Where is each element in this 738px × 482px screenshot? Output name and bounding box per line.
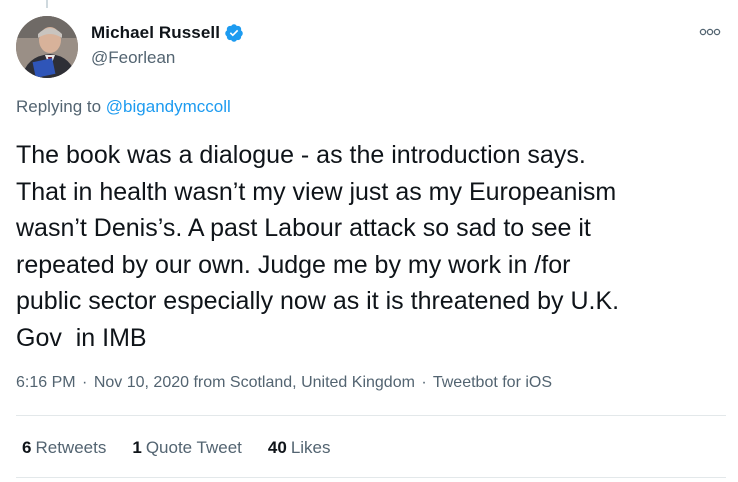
retweets-count: 6 [22, 438, 32, 457]
tweet-time[interactable]: 6:16 PM [16, 374, 76, 391]
author-display-name[interactable]: Michael Russell [91, 23, 220, 43]
tweet-text: The book was a dialogue - as the introdu… [16, 141, 620, 352]
divider [16, 477, 726, 478]
quote-tweets-stat[interactable]: 1 Quote Tweet [132, 438, 242, 458]
retweets-stat[interactable]: 6 Retweets [22, 438, 106, 458]
quote-tweets-label: Quote Tweet [145, 438, 242, 457]
meta-separator: · [421, 374, 427, 391]
tweet-source[interactable]: Tweetbot for iOS [433, 374, 552, 391]
likes-count: 40 [267, 438, 287, 457]
divider [16, 415, 726, 416]
profile-photo-icon [16, 16, 78, 78]
replying-to: Replying to @bigandymccoll [16, 97, 231, 117]
replying-to-prefix: Replying to [16, 97, 102, 116]
meta-separator: · [82, 374, 88, 391]
verified-badge-icon [224, 23, 244, 43]
tweet-date[interactable]: Nov 10, 2020 [94, 374, 189, 391]
likes-stat[interactable]: 40 Likes [268, 438, 331, 458]
tweet-stats: 6 Retweets 1 Quote Tweet 40 Likes [22, 438, 357, 458]
retweets-label: Retweets [35, 438, 107, 457]
quote-tweets-count: 1 [132, 438, 142, 457]
avatar[interactable] [16, 16, 78, 78]
more-options-icon[interactable] [696, 22, 724, 42]
replying-to-handle-link[interactable]: @bigandymccoll [106, 97, 231, 116]
tweet-header: Michael Russell @Feorlean [16, 16, 726, 78]
likes-label: Likes [290, 438, 331, 457]
author-handle[interactable]: @Feorlean [91, 48, 244, 68]
tweet-location[interactable]: from Scotland, United Kingdom [193, 374, 414, 391]
thread-connector-line [46, 0, 48, 8]
tweet-metadata: 6:16 PM · Nov 10, 2020 from Scotland, Un… [16, 374, 552, 392]
